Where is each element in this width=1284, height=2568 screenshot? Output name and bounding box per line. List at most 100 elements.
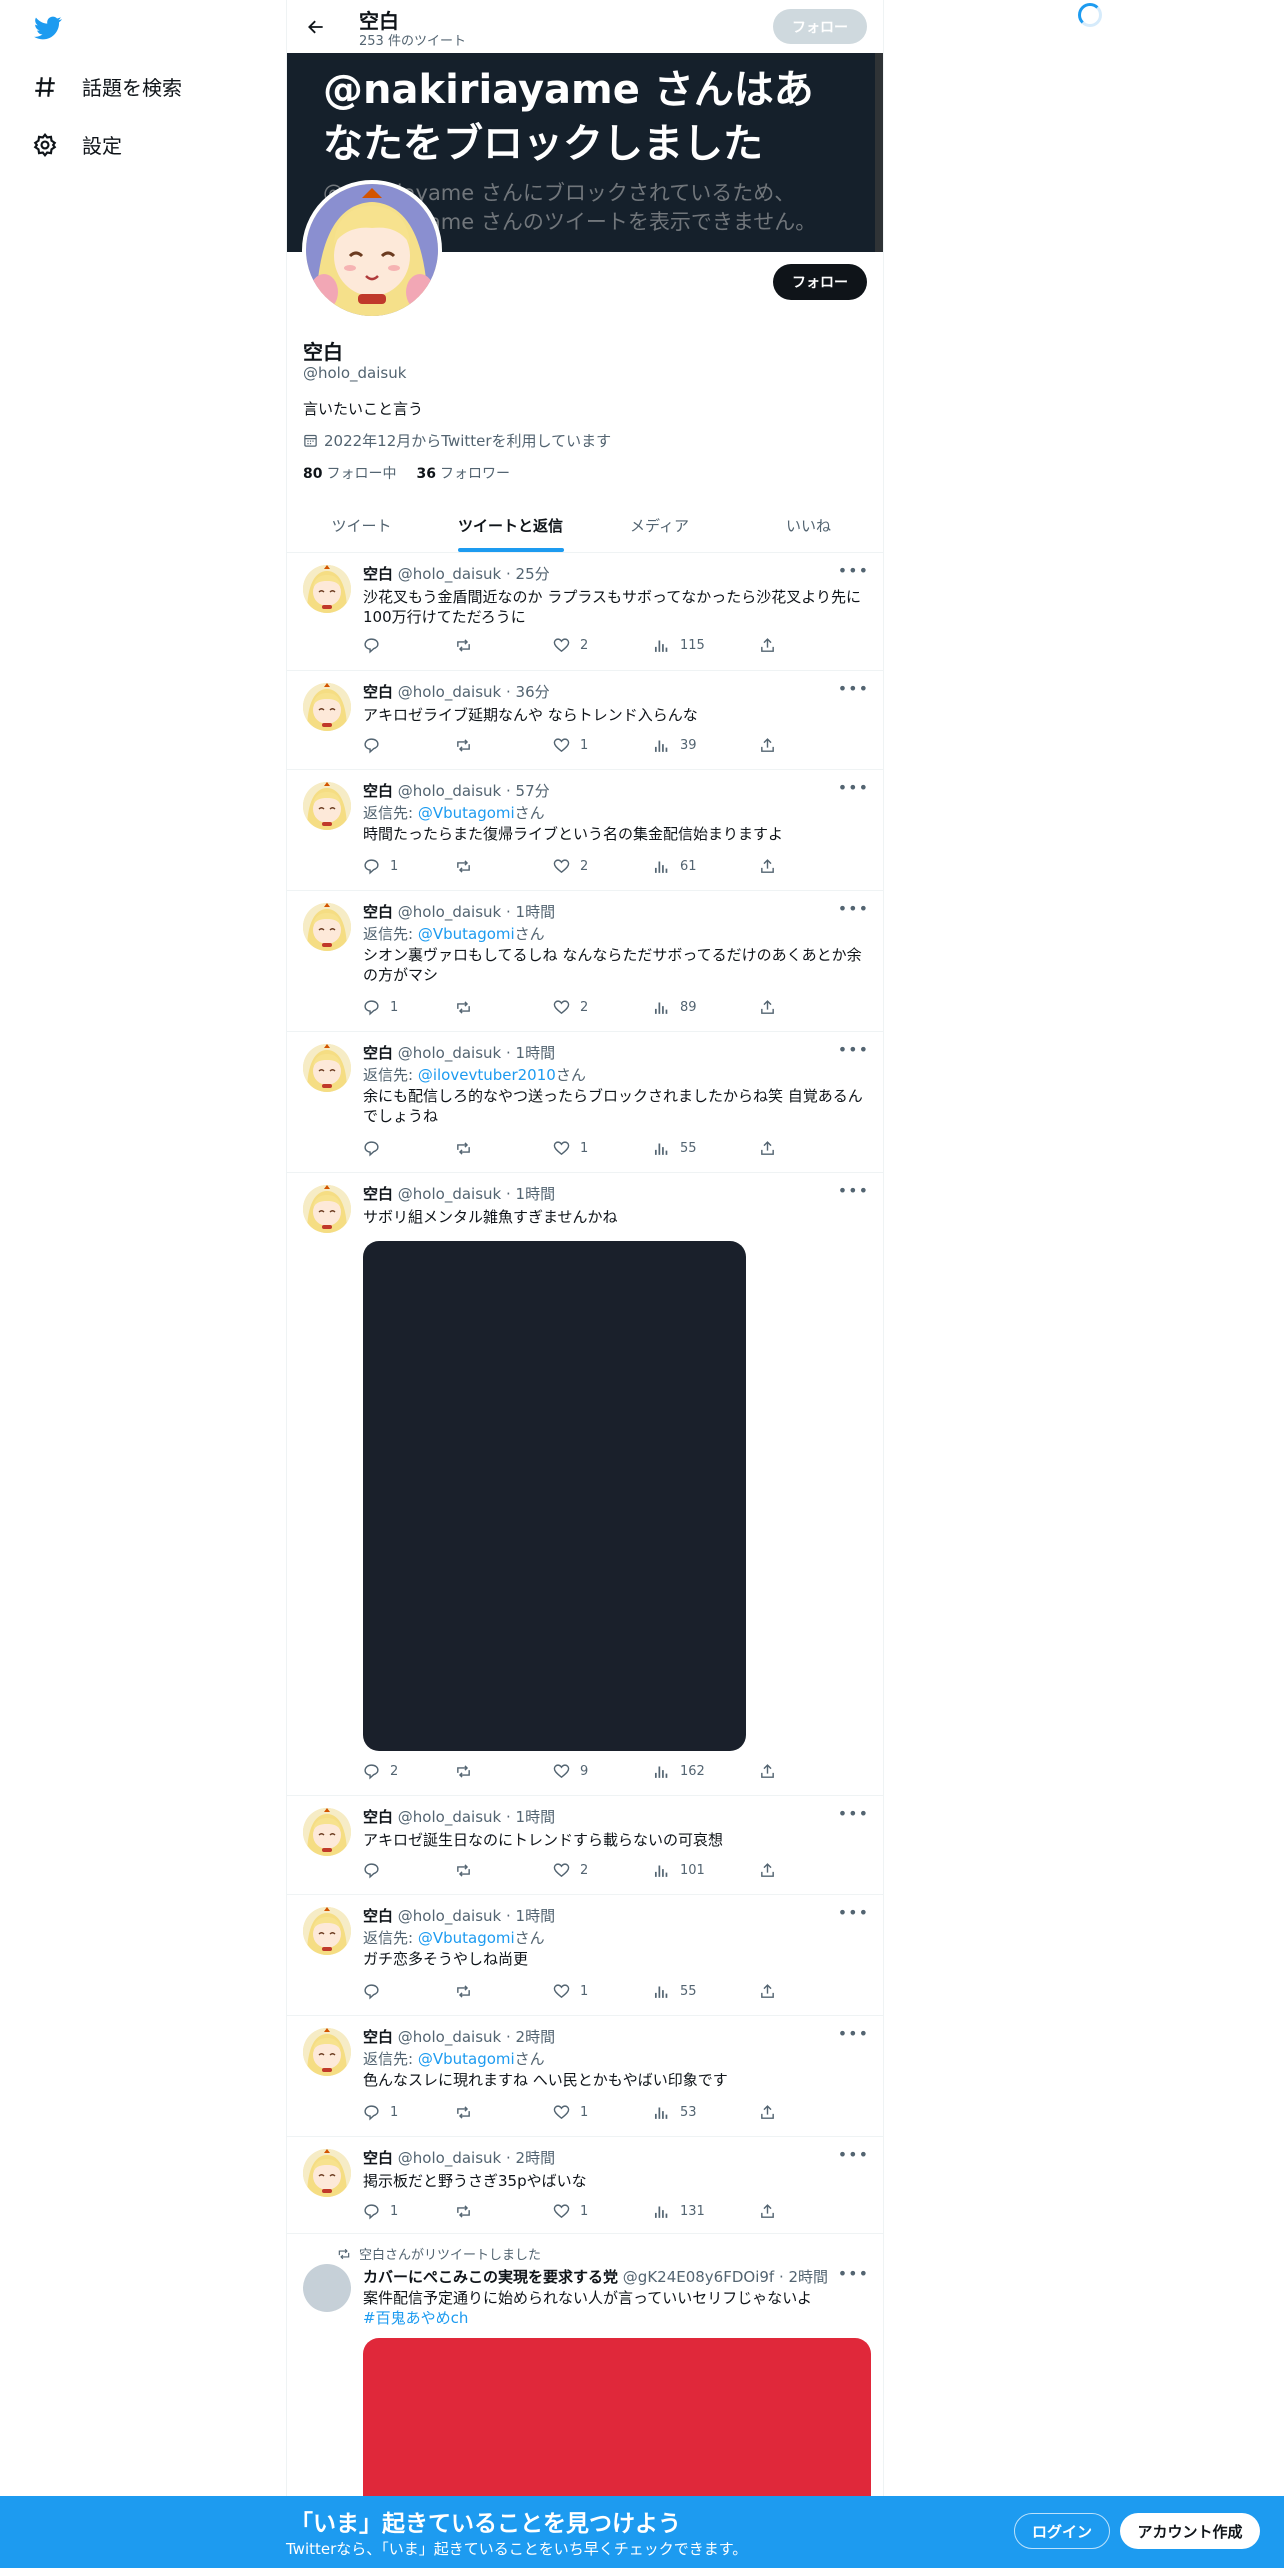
more-icon[interactable]: ••• [838,2145,869,2164]
reply-button[interactable]: 1 [363,2203,398,2220]
retweet-button[interactable] [455,1983,482,2000]
tab-tweets[interactable]: ツイート [287,498,436,552]
share-button[interactable] [759,637,776,654]
tweet-author-name[interactable]: 空白 [363,2149,393,2167]
avatar[interactable] [303,1907,351,1955]
tweet-item[interactable]: 空白 @holo_daisuk · 1時間 ••• 返信先: @ilovevtube… [287,1032,883,1173]
reply-to-link[interactable]: @Vbutagomi [418,925,515,943]
more-icon[interactable]: ••• [838,1040,869,1059]
tweet-author-name[interactable]: 空白 [363,565,393,583]
reply-to-link[interactable]: @Vbutagomi [418,804,515,822]
more-icon[interactable]: ••• [838,679,869,698]
reply-to-link[interactable]: @Vbutagomi [418,1929,515,1947]
tweet-item[interactable]: 空白 @holo_daisuk · 1時間 ••• 返信先: @Vbutagomiさ… [287,891,883,1032]
like-button[interactable]: 1 [553,1983,588,2000]
views-button[interactable]: 53 [653,2104,697,2121]
avatar[interactable] [303,2028,351,2076]
like-button[interactable]: 9 [553,1763,588,1780]
like-button[interactable]: 1 [553,2203,588,2220]
share-button[interactable] [759,1862,776,1879]
signup-button[interactable]: アカウント作成 [1120,2513,1260,2549]
header-follow-button[interactable]: フォロー [773,9,867,44]
avatar[interactable] [303,1185,351,1233]
like-button[interactable]: 1 [553,2104,588,2121]
tweet-item[interactable]: 空白 @holo_daisuk · 1時間 ••• サボリ組メンタル雑魚すぎませんか… [287,1173,883,1796]
avatar[interactable] [303,1808,351,1856]
share-button[interactable] [759,1983,776,2000]
reply-button[interactable] [363,1140,390,1157]
more-icon[interactable]: ••• [838,561,869,580]
more-icon[interactable]: ••• [838,778,869,797]
share-button[interactable] [759,1763,776,1780]
avatar[interactable] [303,565,351,613]
reply-button[interactable] [363,737,390,754]
share-button[interactable] [759,737,776,754]
reply-button[interactable] [363,637,390,654]
retweet-button[interactable] [455,1763,482,1780]
like-button[interactable]: 1 [553,1140,588,1157]
avatar[interactable] [303,1044,351,1092]
following-link[interactable]: 80 フォロー中 [303,463,396,483]
tweet-item[interactable]: 空白 @holo_daisuk · 2時間 ••• 返信先: @Vbutagomiさ… [287,2016,883,2137]
tweet-author-name[interactable]: 空白 [363,1907,393,1925]
tab-media[interactable]: メディア [585,498,734,552]
retweet-button[interactable] [455,1862,482,1879]
retweet-button[interactable] [455,2203,482,2220]
reply-to-link[interactable]: @Vbutagomi [418,2050,515,2068]
tweet-author-name[interactable]: 空白 [363,1808,393,1826]
tweet-item[interactable]: 空白 @holo_daisuk · 36分 ••• アキロゼライブ延期なんや ならト… [287,671,883,770]
tweet-media[interactable] [363,1241,746,1751]
like-button[interactable]: 2 [553,1862,588,1879]
retweet-button[interactable] [455,2104,482,2121]
followers-link[interactable]: 36 フォロワー [416,463,509,483]
nav-explore[interactable]: 話題を検索 [32,72,182,101]
reply-button[interactable]: 1 [363,999,398,1016]
tweet-author-name[interactable]: 空白 [363,903,393,921]
tweet-item[interactable]: 空白 @holo_daisuk · 57分 ••• 返信先: @Vbutagomiさ… [287,770,883,891]
views-button[interactable]: 61 [653,858,697,875]
tweet-item[interactable]: 空白 @holo_daisuk · 1時間 ••• 返信先: @Vbutagomiさ… [287,1895,883,2016]
tweet-item[interactable]: 空白 @holo_daisuk · 1時間 ••• アキロゼ誕生日なのにトレンドすら… [287,1796,883,1895]
views-button[interactable]: 115 [653,637,705,654]
reply-button[interactable]: 2 [363,1763,398,1780]
views-button[interactable]: 101 [653,1862,705,1879]
share-button[interactable] [759,2203,776,2220]
tab-tweets-and-replies[interactable]: ツイートと返信 [436,498,585,552]
tweet-author-name[interactable]: 空白 [363,1044,393,1062]
tweet-item[interactable]: 空白 @holo_daisuk · 2時間 ••• 掲示板だと野うさぎ35pやばいな… [287,2137,883,2234]
twitter-logo-icon[interactable] [32,14,64,42]
retweet-button[interactable] [455,1140,482,1157]
back-button[interactable] [301,12,331,42]
tweet-author-name[interactable]: カバーにぺこみこの実現を要求する党 [363,2268,618,2286]
views-button[interactable]: 55 [653,1983,697,2000]
share-button[interactable] [759,858,776,875]
views-button[interactable]: 131 [653,2203,705,2220]
views-button[interactable]: 162 [653,1763,705,1780]
avatar[interactable] [303,2264,351,2312]
share-button[interactable] [759,999,776,1016]
like-button[interactable]: 1 [553,737,588,754]
avatar[interactable] [303,683,351,731]
reply-button[interactable]: 1 [363,858,398,875]
tweet-author-name[interactable]: 空白 [363,1185,393,1203]
follow-button[interactable]: フォロー [773,264,867,300]
share-button[interactable] [759,2104,776,2121]
nav-settings[interactable]: 設定 [32,130,122,159]
login-button[interactable]: ログイン [1014,2513,1110,2549]
like-button[interactable]: 2 [553,999,588,1016]
more-icon[interactable]: ••• [838,1903,869,1922]
avatar[interactable] [303,903,351,951]
avatar[interactable] [303,2149,351,2197]
like-button[interactable]: 2 [553,637,588,654]
views-button[interactable]: 39 [653,737,697,754]
like-button[interactable]: 2 [553,858,588,875]
tweet-item[interactable]: 空白 @holo_daisuk · 25分 ••• 沙花叉もう金盾間近なのか ラプラ… [287,553,883,671]
avatar[interactable] [303,782,351,830]
tweet-author-name[interactable]: 空白 [363,683,393,701]
views-button[interactable]: 55 [653,1140,697,1157]
reply-button[interactable] [363,1862,390,1879]
retweet-button[interactable] [455,737,482,754]
retweet-button[interactable] [455,999,482,1016]
tweet-author-name[interactable]: 空白 [363,2028,393,2046]
more-icon[interactable]: ••• [838,1804,869,1823]
